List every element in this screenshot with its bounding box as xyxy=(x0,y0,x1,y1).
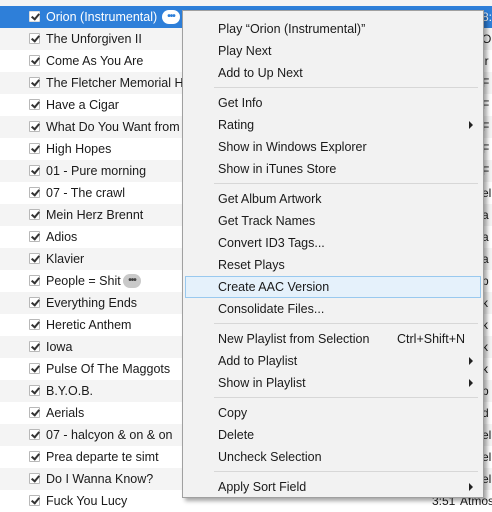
track-title: What Do You Want from Me xyxy=(46,120,182,134)
menu-item-label: Get Album Artwork xyxy=(218,192,322,206)
menu-item-get-track-names[interactable]: Get Track Names xyxy=(185,210,481,232)
track-title: High Hopes xyxy=(46,142,112,156)
track-checkbox[interactable] xyxy=(29,451,40,462)
menu-item-get-info[interactable]: Get Info xyxy=(185,92,481,114)
menu-item-label: Get Info xyxy=(218,96,263,110)
menu-item-label: Apply Sort Field xyxy=(218,480,307,494)
track-title: The Unforgiven II xyxy=(46,32,142,46)
menu-item-convert-id3-tags[interactable]: Convert ID3 Tags... xyxy=(185,232,481,254)
track-title: Heretic Anthem xyxy=(46,318,132,332)
submenu-arrow-icon xyxy=(469,379,473,387)
menu-item-label: Show in Windows Explorer xyxy=(218,140,367,154)
menu-item-label: Uncheck Selection xyxy=(218,450,322,464)
track-checkbox[interactable] xyxy=(29,187,40,198)
menu-item-label: Convert ID3 Tags... xyxy=(218,236,325,250)
menu-item-label: Create AAC Version xyxy=(218,280,330,294)
track-title: Prea departe te simt xyxy=(46,450,159,464)
track-checkbox[interactable] xyxy=(29,363,40,374)
track-checkbox[interactable] xyxy=(29,121,40,132)
track-title: 01 - Pure morning xyxy=(46,164,147,178)
track-checkbox[interactable] xyxy=(29,429,40,440)
menu-item-add-to-playlist[interactable]: Add to Playlist xyxy=(185,350,481,372)
submenu-arrow-icon xyxy=(469,121,473,129)
menu-item-play-next[interactable]: Play Next xyxy=(185,40,481,62)
menu-item-label: Get Track Names xyxy=(218,214,316,228)
menu-item-show-in-itunes-store[interactable]: Show in iTunes Store xyxy=(185,158,481,180)
menu-item-play-orion-instrumental[interactable]: Play “Orion (Instrumental)” xyxy=(185,18,481,40)
menu-item-label: Show in iTunes Store xyxy=(218,162,337,176)
menu-item-label: Reset Plays xyxy=(218,258,285,272)
track-checkbox[interactable] xyxy=(29,99,40,110)
track-title: Aerials xyxy=(46,406,85,420)
track-checkbox[interactable] xyxy=(29,77,40,88)
submenu-arrow-icon xyxy=(469,357,473,365)
menu-item-apply-sort-field[interactable]: Apply Sort Field xyxy=(185,476,481,498)
track-checkbox[interactable] xyxy=(29,407,40,418)
menu-item-consolidate-files[interactable]: Consolidate Files... xyxy=(185,298,481,320)
track-checkbox[interactable] xyxy=(29,385,40,396)
menu-item-label: Rating xyxy=(218,118,255,132)
submenu-arrow-icon xyxy=(469,483,473,491)
menu-item-label: Play Next xyxy=(218,44,272,58)
track-title: Iowa xyxy=(46,340,73,354)
track-checkbox[interactable] xyxy=(29,33,40,44)
menu-item-label: Show in Playlist xyxy=(218,376,306,390)
track-checkbox[interactable] xyxy=(29,231,40,242)
menu-separator xyxy=(214,397,478,398)
menu-separator xyxy=(214,87,478,88)
menu-item-create-aac-version[interactable]: Create AAC Version xyxy=(185,276,481,298)
track-title: Mein Herz Brennt xyxy=(46,208,144,222)
menu-item-uncheck-selection[interactable]: Uncheck Selection xyxy=(185,446,481,468)
context-menu: Play “Orion (Instrumental)” Play Next Add … xyxy=(182,10,484,498)
menu-item-label: Copy xyxy=(218,406,248,420)
track-checkbox[interactable] xyxy=(29,473,40,484)
track-checkbox[interactable] xyxy=(29,11,40,22)
track-title: The Fletcher Memorial Home xyxy=(46,76,182,90)
track-checkbox[interactable] xyxy=(29,495,40,506)
track-title: Everything Ends xyxy=(46,296,138,310)
menu-item-label: Delete xyxy=(218,428,255,442)
track-checkbox[interactable] xyxy=(29,275,40,286)
menu-item-delete[interactable]: Delete xyxy=(185,424,481,446)
more-options-icon[interactable]: ••• xyxy=(123,274,141,288)
track-checkbox[interactable] xyxy=(29,341,40,352)
track-checkbox[interactable] xyxy=(29,209,40,220)
menu-item-copy[interactable]: Copy xyxy=(185,402,481,424)
track-checkbox[interactable] xyxy=(29,55,40,66)
menu-separator xyxy=(214,323,478,324)
track-title: Pulse Of The Maggots xyxy=(46,362,171,376)
track-checkbox[interactable] xyxy=(29,143,40,154)
track-checkbox[interactable] xyxy=(29,165,40,176)
menu-item-label: Add to Up Next xyxy=(218,66,303,80)
menu-item-rating[interactable]: Rating xyxy=(185,114,481,136)
menu-item-show-in-windows-explorer[interactable]: Show in Windows Explorer xyxy=(185,136,481,158)
track-checkbox[interactable] xyxy=(29,253,40,264)
track-title: Orion (Instrumental) xyxy=(46,10,158,24)
track-title: Do I Wanna Know? xyxy=(46,472,154,486)
menu-item-label: Play “Orion (Instrumental)” xyxy=(218,22,366,36)
track-title: Klavier xyxy=(46,252,85,266)
menu-item-show-in-playlist[interactable]: Show in Playlist xyxy=(185,372,481,394)
track-title: B.Y.O.B. xyxy=(46,384,94,398)
menu-separator xyxy=(214,471,478,472)
track-title: Fuck You Lucy xyxy=(46,494,128,508)
menu-item-get-album-artwork[interactable]: Get Album Artwork xyxy=(185,188,481,210)
menu-item-shortcut: Ctrl+Shift+N xyxy=(397,332,466,346)
menu-separator xyxy=(214,183,478,184)
menu-item-label: Consolidate Files... xyxy=(218,302,325,316)
track-title: People = Shit xyxy=(46,274,121,288)
track-title: 07 - The crawl xyxy=(46,186,125,200)
track-title: Come As You Are xyxy=(46,54,144,68)
track-title: Have a Cigar xyxy=(46,98,119,112)
menu-item-label: New Playlist from Selection xyxy=(218,332,370,346)
track-title: 07 - halcyon & on & on xyxy=(46,428,173,442)
menu-item-new-playlist-from-selection[interactable]: New Playlist from Selection Ctrl+Shift+N xyxy=(185,328,481,350)
track-checkbox[interactable] xyxy=(29,297,40,308)
track-title: Adios xyxy=(46,230,78,244)
menu-item-add-to-up-next[interactable]: Add to Up Next xyxy=(185,62,481,84)
track-checkbox[interactable] xyxy=(29,319,40,330)
menu-item-reset-plays[interactable]: Reset Plays xyxy=(185,254,481,276)
menu-item-label: Add to Playlist xyxy=(218,354,298,368)
more-options-icon[interactable]: ••• xyxy=(162,10,180,24)
